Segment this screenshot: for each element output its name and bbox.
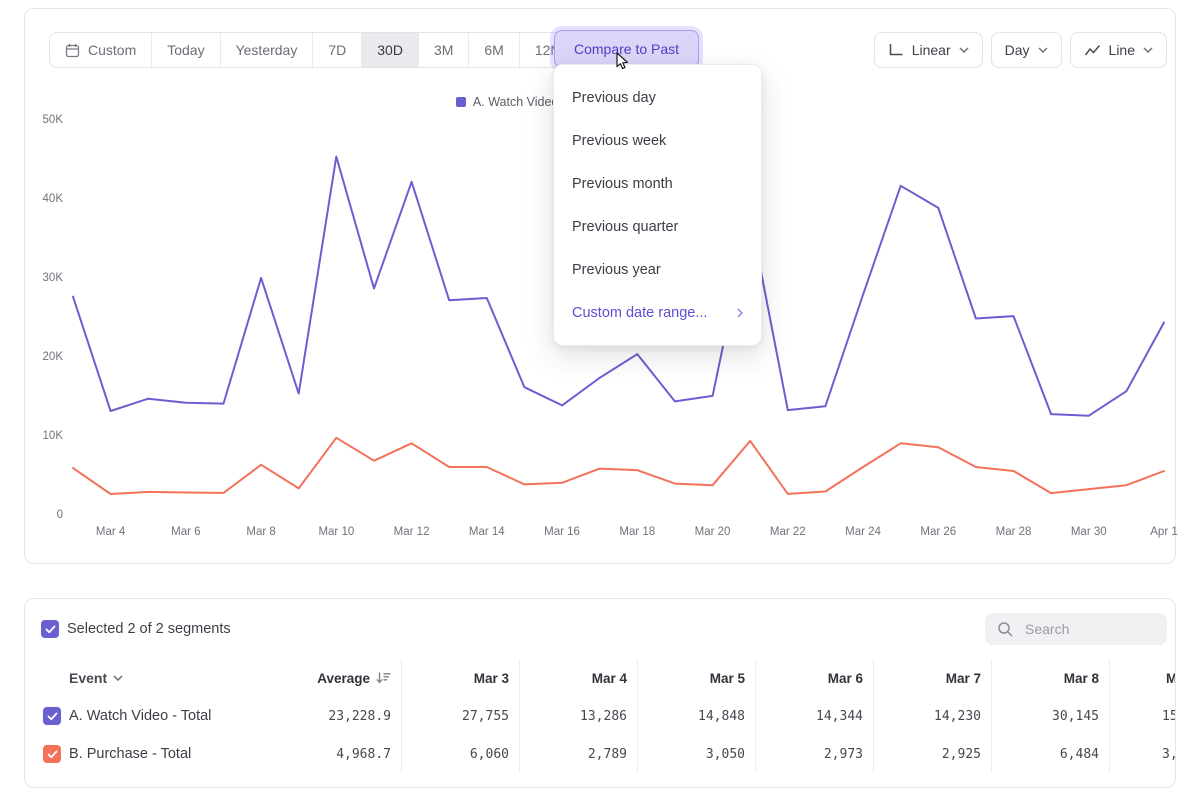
sort-icon[interactable] <box>376 672 391 684</box>
segment-label[interactable]: B. Purchase - Total <box>69 746 191 762</box>
cell-value: 27,755 <box>401 697 519 735</box>
chevron-down-icon <box>113 675 123 681</box>
average-value: 4,968.7 <box>285 735 401 773</box>
table-row-watch-video: A. Watch Video - Total 23,228.9 27,755 1… <box>25 697 1176 735</box>
cell-value: 13,286 <box>519 697 637 735</box>
date-column-header: Mar 3 <box>401 659 519 697</box>
menu-item-previous-month[interactable]: Previous month <box>554 162 761 205</box>
custom-date-range-label: Custom date range... <box>572 305 707 321</box>
selected-count-label: Selected 2 of 2 segments <box>67 621 231 637</box>
date-column-header: Mar 4 <box>519 659 637 697</box>
cell-value: 14,344 <box>755 697 873 735</box>
cell-value: 3,050 <box>637 735 755 773</box>
check-icon <box>47 750 58 759</box>
event-column-header[interactable]: Event <box>25 659 285 697</box>
search-box[interactable] <box>985 613 1167 645</box>
row-checkbox[interactable] <box>43 745 61 763</box>
menu-item-previous-year[interactable]: Previous year <box>554 248 761 291</box>
row-checkbox[interactable] <box>43 707 61 725</box>
date-column-header: Mar 6 <box>755 659 873 697</box>
check-icon <box>47 712 58 721</box>
cell-value: 2,789 <box>519 735 637 773</box>
average-value: 23,228.9 <box>285 697 401 735</box>
table-header-row: Event Average Mar 3 Mar 4 Mar 5 Mar 6 Ma… <box>25 659 1176 697</box>
search-icon <box>997 621 1014 638</box>
compare-menu: Previous day Previous week Previous mont… <box>553 64 762 346</box>
date-column-header-truncated: M <box>1109 659 1176 697</box>
check-icon <box>45 625 56 634</box>
cell-value-truncated: 3, <box>1109 735 1176 773</box>
menu-item-previous-week[interactable]: Previous week <box>554 119 761 162</box>
segments-table: Event Average Mar 3 Mar 4 Mar 5 Mar 6 Ma… <box>25 659 1176 773</box>
average-column-header[interactable]: Average <box>285 659 401 697</box>
menu-item-custom-date-range[interactable]: Custom date range... <box>554 291 761 334</box>
cell-value: 2,973 <box>755 735 873 773</box>
cell-value: 2,925 <box>873 735 991 773</box>
select-all-checkbox[interactable] <box>41 620 59 638</box>
event-header-label: Event <box>69 670 107 686</box>
chevron-right-icon <box>737 308 743 318</box>
menu-item-previous-day[interactable]: Previous day <box>554 76 761 119</box>
chart-line-series-1[interactable] <box>73 438 1164 494</box>
average-header-label: Average <box>317 671 370 686</box>
cell-value: 14,848 <box>637 697 755 735</box>
table-row-purchase: B. Purchase - Total 4,968.7 6,060 2,789 … <box>25 735 1176 773</box>
segments-card: Selected 2 of 2 segments Event Average <box>24 598 1176 788</box>
cell-value: 14,230 <box>873 697 991 735</box>
cell-value: 6,484 <box>991 735 1109 773</box>
menu-item-previous-quarter[interactable]: Previous quarter <box>554 205 761 248</box>
date-column-header: Mar 7 <box>873 659 991 697</box>
search-input[interactable] <box>1023 620 1143 638</box>
segment-label[interactable]: A. Watch Video - Total <box>69 708 211 724</box>
segments-header: Selected 2 of 2 segments <box>41 613 1167 645</box>
cell-value: 6,060 <box>401 735 519 773</box>
date-column-header: Mar 5 <box>637 659 755 697</box>
cell-value-truncated: 15, <box>1109 697 1176 735</box>
date-column-header: Mar 8 <box>991 659 1109 697</box>
cell-value: 30,145 <box>991 697 1109 735</box>
